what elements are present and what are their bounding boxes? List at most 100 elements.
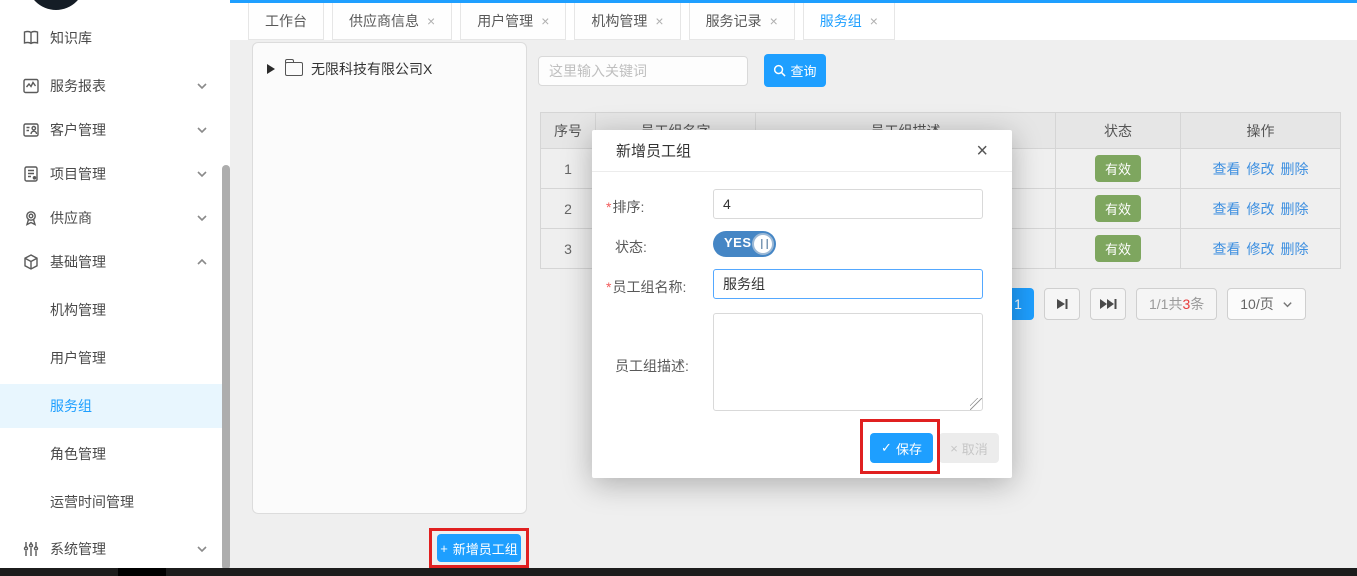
desc-field-label: 员工组描述: — [615, 356, 719, 376]
search-icon — [773, 64, 786, 77]
sidebar-subitem-label: 角色管理 — [50, 444, 106, 464]
page-size-value: 10/页 — [1240, 294, 1273, 314]
sidebar-item-base[interactable]: 基础管理 — [0, 240, 230, 284]
chevron-down-icon — [196, 543, 208, 555]
tab-supplier-info[interactable]: 供应商信息 × — [332, 3, 452, 40]
tree-node-root[interactable]: 无限科技有限公司X — [267, 59, 526, 79]
cell-status: 有效 — [1056, 229, 1181, 269]
save-button-label: 保存 — [896, 439, 922, 458]
group-name-input[interactable] — [713, 269, 983, 299]
dialog-header: 新增员工组 × — [592, 130, 1012, 172]
bottom-scrollbar[interactable] — [0, 568, 1357, 576]
app-logo — [27, 0, 85, 10]
tab-label: 供应商信息 — [349, 11, 419, 31]
close-icon[interactable]: × — [870, 13, 878, 29]
chevron-down-icon — [196, 168, 208, 180]
bottom-scrollbar-thumb[interactable] — [118, 568, 166, 576]
close-icon[interactable]: × — [770, 13, 778, 29]
sidebar-item-suppliers[interactable]: 供应商 — [0, 196, 230, 240]
tab-label: 用户管理 — [477, 11, 533, 31]
group-desc-textarea[interactable] — [713, 313, 983, 411]
edit-link[interactable]: 修改 — [1247, 161, 1275, 177]
cell-no: 3 — [541, 229, 596, 269]
tab-service-group[interactable]: 服务组 × — [803, 3, 895, 40]
edit-link[interactable]: 修改 — [1247, 241, 1275, 257]
system-icon — [22, 540, 40, 558]
toggle-on-label: YES — [724, 235, 752, 250]
caret-right-icon[interactable] — [267, 64, 275, 74]
page-count-prefix: 1/1共 — [1149, 294, 1182, 314]
delete-link[interactable]: 删除 — [1281, 161, 1309, 177]
add-button-label: 新增员工组 — [453, 539, 518, 558]
next-page-icon — [1055, 298, 1069, 310]
page-size-select[interactable]: 10/页 — [1227, 288, 1305, 320]
cell-ops: 查看修改删除 — [1181, 189, 1341, 229]
delete-link[interactable]: 删除 — [1281, 201, 1309, 217]
supplier-icon — [22, 209, 40, 227]
last-page-button[interactable] — [1090, 288, 1126, 320]
sort-field-label: *排序: — [606, 197, 710, 217]
view-link[interactable]: 查看 — [1213, 161, 1241, 177]
close-icon[interactable]: × — [541, 13, 549, 29]
dialog-title: 新增员工组 — [616, 140, 691, 161]
view-link[interactable]: 查看 — [1213, 201, 1241, 217]
close-icon[interactable]: × — [970, 138, 994, 165]
search-input[interactable] — [538, 56, 748, 86]
cell-no: 2 — [541, 189, 596, 229]
tab-org-mgmt[interactable]: 机构管理 × — [574, 3, 680, 40]
book-icon — [22, 29, 40, 47]
view-link[interactable]: 查看 — [1213, 241, 1241, 257]
chevron-down-icon — [196, 212, 208, 224]
sidebar-subitem-operating-time[interactable]: 运营时间管理 — [0, 480, 230, 524]
plus-icon: + — [440, 541, 448, 556]
sidebar-subitem-roles[interactable]: 角色管理 — [0, 432, 230, 476]
cancel-button[interactable]: × 取消 — [939, 433, 999, 463]
tab-workbench[interactable]: 工作台 — [248, 3, 324, 40]
sidebar-item-label: 供应商 — [50, 208, 92, 228]
tree-node-label: 无限科技有限公司X — [311, 59, 432, 79]
sidebar-item-label: 知识库 — [50, 28, 92, 48]
query-button[interactable]: 查询 — [764, 54, 826, 87]
cell-status: 有效 — [1056, 149, 1181, 189]
name-field-label: *员工组名称: — [606, 277, 710, 297]
sidebar-item-customers[interactable]: 客户管理 — [0, 108, 230, 152]
chevron-down-icon — [1282, 299, 1293, 310]
add-employee-group-dialog: 新增员工组 × *排序: 状态: YES *员工组名称: 员工组描述: ✓ 保存… — [592, 130, 1012, 478]
sidebar-subitem-users[interactable]: 用户管理 — [0, 336, 230, 380]
col-header-status: 状态 — [1056, 113, 1181, 149]
report-icon — [22, 77, 40, 95]
sidebar-item-projects[interactable]: 项目管理 — [0, 152, 230, 196]
sidebar-item-knowledge[interactable]: 知识库 — [0, 16, 230, 60]
col-header-no: 序号 — [541, 113, 596, 149]
status-toggle[interactable]: YES — [713, 231, 776, 257]
toggle-knob[interactable] — [752, 233, 774, 255]
tab-service-records[interactable]: 服务记录 × — [689, 3, 795, 40]
tab-user-mgmt[interactable]: 用户管理 × — [460, 3, 566, 40]
col-header-ops: 操作 — [1181, 113, 1341, 149]
save-button[interactable]: ✓ 保存 — [870, 433, 933, 463]
sidebar-item-system[interactable]: 系统管理 — [0, 527, 230, 571]
chevron-down-icon — [196, 80, 208, 92]
sidebar-scrollbar[interactable] — [222, 165, 230, 570]
sidebar-item-reports[interactable]: 服务报表 — [0, 64, 230, 108]
sidebar-subitem-org[interactable]: 机构管理 — [0, 288, 230, 332]
customer-icon — [22, 121, 40, 139]
check-icon: ✓ — [881, 440, 892, 456]
next-page-button[interactable] — [1044, 288, 1080, 320]
close-icon[interactable]: × — [427, 13, 435, 29]
close-icon[interactable]: × — [655, 13, 663, 29]
page-count-total: 3 — [1182, 296, 1190, 312]
add-employee-group-button[interactable]: + 新增员工组 — [437, 534, 521, 562]
sidebar-subitem-label: 用户管理 — [50, 348, 106, 368]
query-button-label: 查询 — [790, 61, 816, 80]
tab-label: 服务记录 — [706, 11, 762, 31]
sort-input[interactable] — [713, 189, 983, 219]
cell-no: 1 — [541, 149, 596, 189]
sidebar-item-label: 项目管理 — [50, 164, 106, 184]
status-badge: 有效 — [1095, 235, 1141, 262]
sidebar-subitem-service-group[interactable]: 服务组 — [0, 384, 230, 428]
edit-link[interactable]: 修改 — [1247, 201, 1275, 217]
delete-link[interactable]: 删除 — [1281, 241, 1309, 257]
chevron-up-icon — [196, 256, 208, 268]
page-count-suffix: 条 — [1190, 294, 1204, 314]
